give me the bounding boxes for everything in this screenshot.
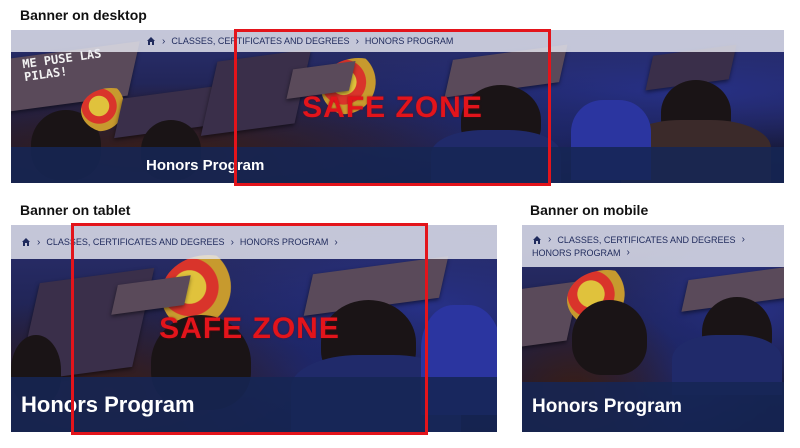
label-desktop: Banner on desktop	[20, 7, 147, 23]
breadcrumb-item[interactable]: HONORS PROGRAM	[532, 248, 621, 258]
breadcrumb: › CLASSES, CERTIFICATES AND DEGREES › HO…	[522, 225, 784, 267]
chevron-right-icon: ›	[37, 236, 41, 248]
safe-zone-desktop: SAFE ZONE	[234, 29, 551, 186]
safe-zone-label: SAFE ZONE	[302, 90, 483, 124]
chevron-right-icon: ›	[741, 234, 745, 245]
chevron-right-icon: ›	[626, 247, 630, 258]
label-mobile: Banner on mobile	[530, 202, 649, 218]
mobile-banner: › CLASSES, CERTIFICATES AND DEGREES › HO…	[522, 225, 784, 432]
home-icon[interactable]	[532, 235, 542, 245]
chevron-right-icon: ›	[548, 234, 552, 245]
label-tablet: Banner on tablet	[20, 202, 131, 218]
safe-zone-tablet: SAFE ZONE	[71, 223, 428, 435]
title-band: Honors Program	[522, 382, 784, 432]
page-title: Honors Program	[532, 396, 682, 417]
home-icon[interactable]	[21, 237, 31, 247]
graduate-head	[572, 300, 647, 375]
chevron-right-icon: ›	[162, 35, 166, 47]
home-icon[interactable]	[146, 36, 156, 46]
breadcrumb-item[interactable]: CLASSES, CERTIFICATES AND DEGREES	[557, 235, 735, 245]
safe-zone-label: SAFE ZONE	[159, 312, 340, 345]
